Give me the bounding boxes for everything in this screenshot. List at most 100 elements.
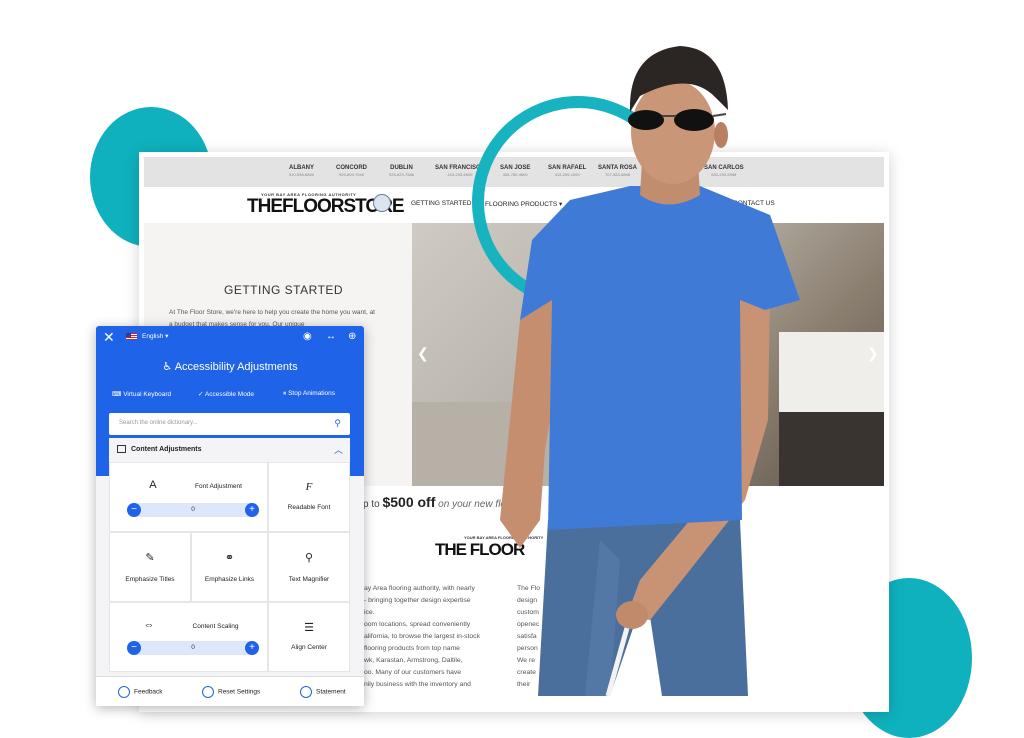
check-icon: ✓ <box>198 391 204 398</box>
search-icon[interactable]: ⚲ <box>334 418 341 429</box>
font-value: 0 <box>191 506 195 513</box>
location-name: DUBLIN <box>390 165 413 171</box>
virtual-keyboard-toggle[interactable]: ⌨ Virtual Keyboard <box>112 390 171 398</box>
body-text-line: wk, Karastan, Armstrong, Daltile, <box>364 657 463 664</box>
body-text-line: satisfa <box>517 633 537 640</box>
pen-icon: ✎ <box>145 552 155 564</box>
font-size-stepper: − 0 + <box>127 503 259 517</box>
chevron-down-icon: ▾ <box>165 333 169 340</box>
feedback-icon <box>118 686 130 698</box>
location-phone: 650-230-5598 <box>711 172 737 177</box>
location-albany[interactable]: ALBANY 510-558-6860 <box>289 165 314 177</box>
statement-icon <box>300 686 312 698</box>
option-label: Virtual Keyboard <box>123 391 172 398</box>
align-center-icon: ☰ <box>304 622 314 634</box>
hero-floor <box>412 402 652 486</box>
body-text-line: nily business with the inventory and <box>364 681 471 688</box>
eye-icon[interactable]: ◉ <box>303 331 312 342</box>
section-title: Content Adjustments <box>131 446 202 453</box>
body-text-line: custom <box>517 609 539 616</box>
accessibility-panel: ✕ English ▾ ◉ ↔ ⊕ ♿︎ Accessibility Adjus… <box>96 326 364 706</box>
body-logo: THE FLOOR <box>435 540 525 559</box>
body-text-line: ay Area flooring authority, with nearly <box>364 585 475 592</box>
link-icon: ⚭ <box>224 552 235 564</box>
content-icon <box>117 445 126 453</box>
stop-animations-toggle[interactable]: ⏸ Stop Animations <box>283 390 335 398</box>
accessible-mode-toggle[interactable]: ✓ Accessible Mode <box>198 390 254 398</box>
option-label: Accessible Mode <box>204 391 255 398</box>
body-text-line: alifornia, to browse the largest in-stoc… <box>364 633 480 640</box>
carousel-prev-icon[interactable]: ❮ <box>417 345 429 362</box>
move-icon[interactable]: ⊕ <box>348 331 356 342</box>
emphasize-links-label: Emphasize Links <box>204 576 255 583</box>
body-text-right: The Flo design custom openec satisfa person We… <box>517 583 557 691</box>
hero-title: GETTING STARTED <box>224 283 344 297</box>
text-magnifier-label: Text Magnifier <box>288 576 330 583</box>
statement-button[interactable]: Statement <box>300 686 346 698</box>
location-phone: 925-829-7588 <box>389 172 414 177</box>
promo-banner: p to $500 off on your new flooring <box>363 494 528 510</box>
nav-getting-started[interactable]: GETTING STARTED <box>411 200 471 207</box>
location-name: SAN CARLOS <box>704 165 744 171</box>
body-text-line: flooring products from top name <box>364 645 460 652</box>
option-label: Stop Animations <box>288 390 336 397</box>
language-label: English <box>142 333 164 340</box>
nav-contact-us[interactable]: CONTACT US <box>733 200 775 207</box>
emphasize-titles-tile[interactable]: ✎ Emphasize Titles <box>109 532 191 602</box>
body-text-line: oo. Many of our customers have <box>364 669 462 676</box>
panel-title: ♿︎ Accessibility Adjustments <box>96 360 364 373</box>
reset-settings-button[interactable]: Reset Settings <box>202 686 260 698</box>
location-phone: 925-609-7046 <box>339 172 364 177</box>
readable-font-label: Readable Font <box>287 504 331 511</box>
align-center-tile[interactable]: ☰ Align Center <box>268 602 350 672</box>
statement-label: Statement <box>316 688 346 696</box>
plus-button[interactable]: + <box>245 641 259 655</box>
body-text-left: ay Area flooring authority, with nearly -… <box>364 583 504 691</box>
body-text-line: create <box>517 669 536 676</box>
body-text-line: We re <box>517 657 536 664</box>
hero-countertop <box>779 332 884 412</box>
magnifier-icon: ⚲ <box>304 552 314 564</box>
resize-horizontal-icon[interactable]: ↔ <box>326 331 336 342</box>
content-adjustments-header[interactable]: Content Adjustments ︿ <box>109 438 350 463</box>
font-adjustment-tile: A Font Adjustment − 0 + <box>109 462 268 532</box>
language-select[interactable]: English ▾ <box>142 332 168 340</box>
location-san-carlos[interactable]: SAN CARLOS 650-230-5598 <box>704 165 744 177</box>
decorative-ring <box>472 96 684 308</box>
keyboard-icon: ⌨ <box>112 391 122 398</box>
pause-icon: ⏸ <box>283 390 287 397</box>
readable-font-tile[interactable]: F Readable Font <box>268 462 350 532</box>
promo-amount: $500 off <box>382 494 436 510</box>
location-name: ALBANY <box>289 165 314 171</box>
content-scaling-value: 0 <box>191 644 195 651</box>
readable-font-icon: F <box>305 481 313 493</box>
body-text-line: The Flo <box>517 585 541 592</box>
promo-suffix: on your new flooring <box>438 499 529 510</box>
logo-seal-icon <box>373 194 391 212</box>
chevron-up-icon[interactable]: ︿ <box>334 443 343 456</box>
body-text-line: openec <box>517 621 540 628</box>
panel-footer: Feedback Reset Settings Statement <box>96 676 364 706</box>
plus-button[interactable]: + <box>245 503 259 517</box>
align-center-label: Align Center <box>291 644 327 651</box>
body-text-line: - bringing together design expertise <box>364 597 471 604</box>
feedback-button[interactable]: Feedback <box>118 686 163 698</box>
location-concord[interactable]: CONCORD 925-609-7046 <box>336 165 367 177</box>
panel-title-label: Accessibility Adjustments <box>174 361 298 373</box>
carousel-next-icon[interactable]: ❯ <box>867 345 879 362</box>
location-dublin[interactable]: DUBLIN 925-829-7588 <box>389 165 414 177</box>
location-phone: 510-558-6860 <box>289 172 314 177</box>
dictionary-search-input[interactable]: Search the online dictionary... ⚲ <box>109 413 350 435</box>
promo-prefix: p to <box>363 499 380 510</box>
reset-icon <box>202 686 214 698</box>
accessibility-person-icon: ♿︎ <box>162 361 173 373</box>
reset-label: Reset Settings <box>218 688 261 696</box>
us-flag-icon <box>126 333 137 340</box>
location-name: CONCORD <box>336 165 367 171</box>
feedback-label: Feedback <box>134 688 163 696</box>
close-icon[interactable]: ✕ <box>103 329 115 346</box>
emphasize-titles-label: Emphasize Titles <box>125 576 175 583</box>
text-magnifier-tile[interactable]: ⚲ Text Magnifier <box>268 532 350 602</box>
content-scaling-tile: ⇔ Content Scaling − 0 + <box>109 602 268 672</box>
emphasize-links-tile[interactable]: ⚭ Emphasize Links <box>191 532 268 602</box>
